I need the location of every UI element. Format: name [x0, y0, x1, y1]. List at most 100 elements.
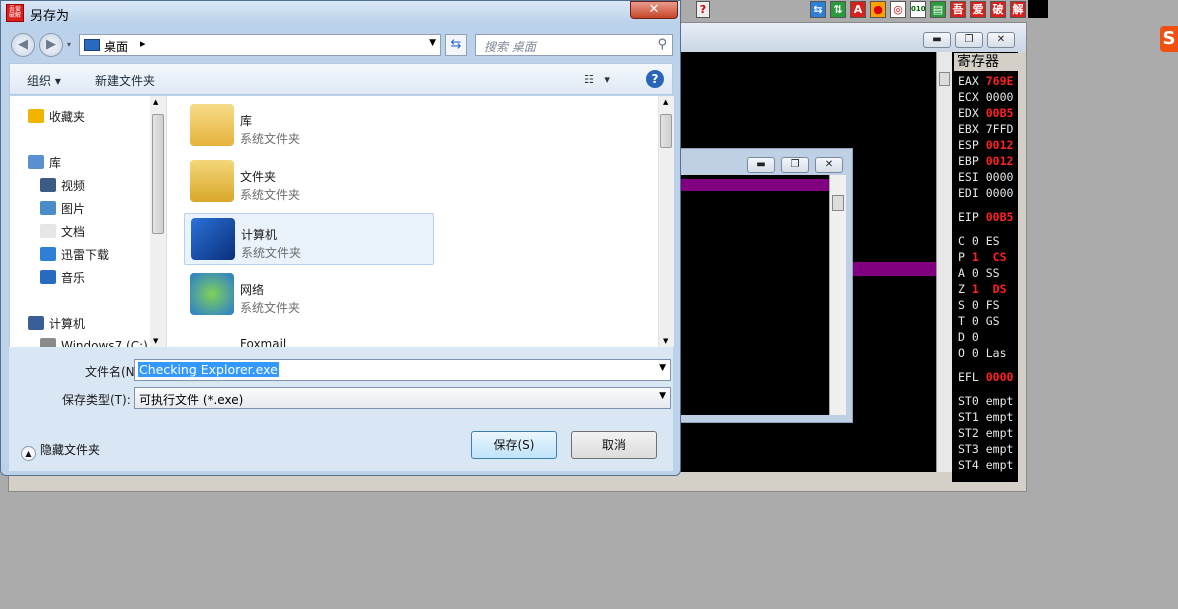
- register-line[interactable]: ST4 empt: [958, 457, 1013, 473]
- file-item[interactable]: Foxmail: [184, 325, 434, 347]
- new-folder-button[interactable]: 新建文件夹: [95, 72, 155, 89]
- register-line[interactable]: P 1 CS: [958, 249, 1007, 265]
- close-button[interactable]: ✕: [987, 32, 1015, 48]
- view-options-icon[interactable]: ☷ ▾: [584, 73, 610, 86]
- address-dropdown-icon[interactable]: ▼: [429, 38, 436, 48]
- nav-item[interactable]: 库: [28, 154, 61, 171]
- toolbar-button[interactable]: ▤: [930, 1, 946, 18]
- register-line[interactable]: EBX 7FFD: [958, 121, 1013, 137]
- toolbar-button[interactable]: 破: [990, 1, 1006, 18]
- register-line[interactable]: EFL 0000: [958, 369, 1013, 385]
- help-icon[interactable]: ?: [646, 70, 664, 88]
- nav-item[interactable]: 视频: [40, 177, 85, 194]
- file-item[interactable]: 文件夹 系统文件夹: [184, 156, 434, 208]
- register-line[interactable]: EBP 0012: [958, 153, 1013, 169]
- register-line[interactable]: EDI 0000: [958, 185, 1013, 201]
- toolbar-button[interactable]: 爱: [970, 1, 986, 18]
- file-name: 库: [240, 114, 253, 128]
- file-item[interactable]: 库系统文件夹: [184, 100, 434, 152]
- register-value: 769E: [985, 74, 1014, 88]
- cancel-button[interactable]: 取消: [571, 431, 657, 459]
- toolbar-button[interactable]: A: [850, 1, 866, 18]
- register-line[interactable]: A 0 SS: [958, 265, 1000, 281]
- toolbar-button[interactable]: 010: [910, 1, 926, 18]
- scroll-down-icon[interactable]: ▼: [153, 337, 158, 345]
- register-line[interactable]: ST0 empt: [958, 393, 1013, 409]
- breadcrumb-arrow-icon[interactable]: ▸: [140, 37, 146, 50]
- register-line[interactable]: ESP 0012: [958, 137, 1013, 153]
- child-minimize-button[interactable]: ▬: [747, 157, 775, 173]
- minimize-button[interactable]: ▬: [923, 32, 951, 48]
- nav-item[interactable]: 图片: [40, 200, 85, 217]
- nav-scroll-thumb[interactable]: [152, 114, 164, 234]
- help-icon[interactable]: ?: [696, 1, 710, 18]
- organize-menu[interactable]: 组织 ▾: [27, 72, 61, 89]
- scroll-down-icon[interactable]: ▼: [663, 337, 668, 345]
- recent-dropdown-icon[interactable]: ▾: [67, 40, 71, 49]
- nav-item[interactable]: 音乐: [40, 269, 85, 286]
- refresh-button[interactable]: ⇆: [445, 34, 467, 56]
- back-button[interactable]: ◀: [11, 33, 35, 57]
- filetype-select[interactable]: 可执行文件 (*.exe) ▼: [134, 387, 671, 409]
- forward-button[interactable]: ▶: [39, 33, 63, 57]
- register-value: empt: [985, 442, 1014, 456]
- register-line[interactable]: EIP 00B5: [958, 209, 1013, 225]
- save-button[interactable]: 保存(S): [471, 431, 557, 459]
- toolbar-button[interactable]: ◎: [890, 1, 906, 18]
- register-line[interactable]: D 0: [958, 329, 986, 345]
- filename-field[interactable]: Checking Explorer.exe ▼: [134, 359, 671, 381]
- register-value: Las: [985, 346, 1007, 360]
- register-name: EIP: [958, 210, 979, 224]
- navigation-pane[interactable]: 收藏夹库视频图片文档迅雷下载音乐计算机 Windows7 (C:) ▲ ▼: [10, 96, 167, 347]
- filetype-dropdown-icon[interactable]: ▼: [659, 391, 666, 401]
- disassembly-scrollbar[interactable]: [936, 52, 952, 472]
- search-input[interactable]: 搜索 桌面 ⚲: [475, 34, 673, 56]
- child-close-button[interactable]: ✕: [815, 157, 843, 173]
- register-line[interactable]: ST2 empt: [958, 425, 1013, 441]
- register-line[interactable]: ESI 0000: [958, 169, 1013, 185]
- scroll-up-icon[interactable]: ▲: [663, 98, 668, 106]
- filename-value[interactable]: Checking Explorer.exe: [138, 362, 279, 377]
- register-name: P: [958, 250, 965, 264]
- register-line[interactable]: O 0 Las: [958, 345, 1007, 361]
- address-text[interactable]: 桌面: [104, 38, 128, 55]
- child-content[interactable]: [681, 175, 829, 415]
- register-line[interactable]: EDX 00B5: [958, 105, 1013, 121]
- toolbar-button[interactable]: 吾: [950, 1, 966, 18]
- register-line[interactable]: S 0 FS: [958, 297, 1000, 313]
- register-line[interactable]: ECX 0000: [958, 89, 1013, 105]
- register-name: ECX: [958, 90, 979, 104]
- file-list[interactable]: 库系统文件夹 文件夹 系统文件夹 计算机 系统文件夹 网络 系统文件夹 Foxmail: [168, 96, 658, 347]
- child-scrollbar[interactable]: [829, 175, 846, 415]
- nav-item[interactable]: 迅雷下载: [40, 246, 109, 263]
- maximize-button[interactable]: ❐: [955, 32, 983, 48]
- file-item[interactable]: 网络 系统文件夹: [184, 269, 434, 321]
- child-maximize-button[interactable]: ❐: [781, 157, 809, 173]
- address-bar[interactable]: 桌面 ▸ ▼: [79, 34, 441, 56]
- register-line[interactable]: Z 1 DS: [958, 281, 1007, 297]
- nav-item[interactable]: 计算机: [28, 315, 85, 332]
- nav-item[interactable]: Windows7 (C:): [40, 338, 148, 347]
- toolbar-button[interactable]: ●: [870, 1, 886, 18]
- search-icon[interactable]: ⚲: [657, 37, 667, 52]
- filetype-label: 保存类型(T):: [62, 393, 131, 407]
- file-name: 网络: [240, 283, 265, 297]
- toolbar-button[interactable]: ⇅: [830, 1, 846, 18]
- hide-folders-toggle[interactable]: ▲ 隐藏文件夹: [21, 441, 100, 461]
- file-scroll-thumb[interactable]: [660, 114, 672, 148]
- file-item[interactable]: 计算机 系统文件夹: [184, 213, 434, 265]
- scroll-up-icon[interactable]: ▲: [153, 98, 158, 106]
- dialog-close-button[interactable]: ✕: [630, 1, 678, 19]
- star-icon: [28, 109, 44, 123]
- toolbar-button[interactable]: 解: [1010, 1, 1026, 18]
- toolbar-button[interactable]: ⇆: [810, 1, 826, 18]
- register-line[interactable]: T 0 GS: [958, 313, 1000, 329]
- nav-item[interactable]: 文档: [40, 223, 85, 240]
- register-name: EAX: [958, 74, 979, 88]
- register-line[interactable]: EAX 769E: [958, 73, 1013, 89]
- register-line[interactable]: ST3 empt: [958, 441, 1013, 457]
- register-line[interactable]: ST1 empt: [958, 409, 1013, 425]
- nav-item[interactable]: 收藏夹: [28, 108, 85, 125]
- register-line[interactable]: C 0 ES: [958, 233, 1000, 249]
- filename-dropdown-icon[interactable]: ▼: [659, 363, 666, 373]
